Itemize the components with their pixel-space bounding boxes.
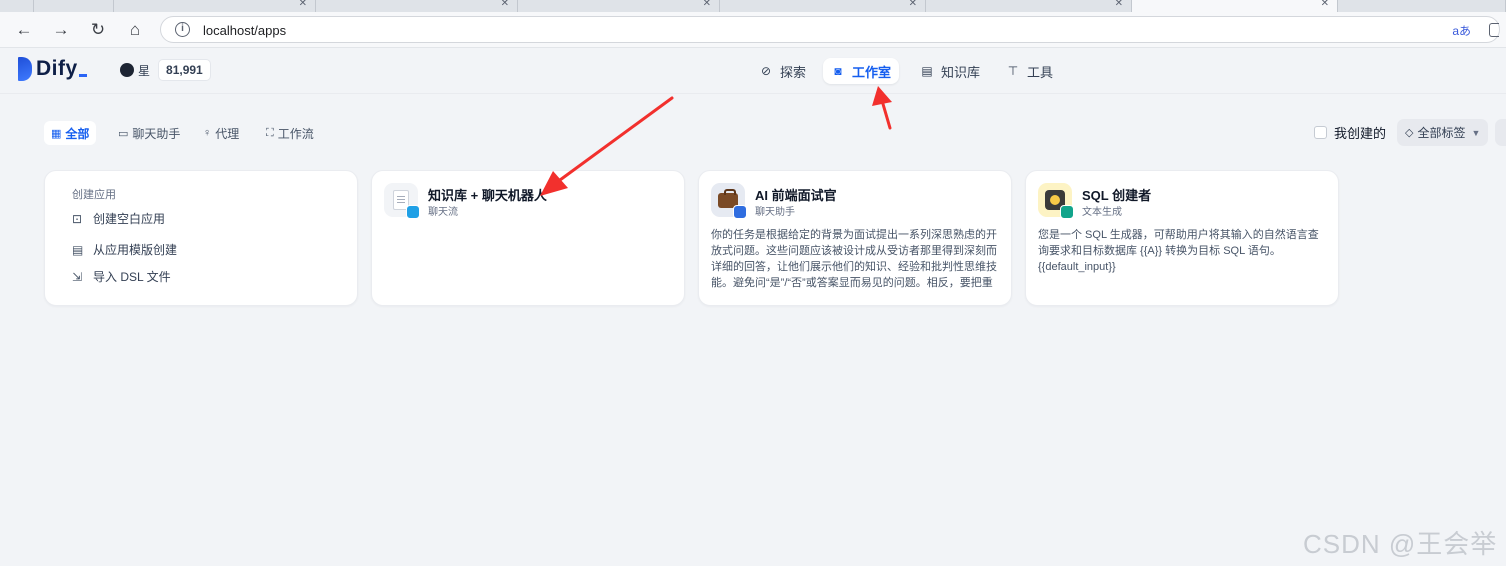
app-type: 聊天助手 (755, 207, 795, 218)
chat-icon: ▭ (118, 127, 129, 140)
app-description: 你的任务是根据给定的背景为面试提出一系列深思熟虑的开放式问题。这些问题应该被设计… (711, 229, 997, 289)
github-star-count: 81,991 (158, 59, 211, 81)
nav-explore[interactable]: ⊘ 探索 (751, 58, 814, 84)
app-card[interactable]: AI 前端面试官 聊天助手 你的任务是根据给定的背景为面试提出一系列深思熟虑的开… (698, 170, 1012, 306)
chatbot-badge-icon (733, 205, 747, 219)
github-star-label: 星 (138, 63, 151, 78)
created-by-me-toggle[interactable]: 我创建的 (1314, 123, 1386, 142)
create-app-caption: 创建应用 (72, 189, 116, 201)
home-icon[interactable]: ⌂ (123, 18, 147, 42)
browser-tab[interactable]: ✕ (720, 0, 926, 12)
close-icon[interactable]: ✕ (703, 0, 711, 10)
tag-icon: ◇ (1405, 127, 1414, 139)
app-type: 聊天流 (428, 207, 458, 218)
browser-tab[interactable] (34, 0, 114, 12)
created-by-me-label: 我创建的 (1334, 126, 1387, 141)
app-card[interactable]: 知识库 + 聊天机器人 聊天流 (371, 170, 685, 306)
app-description (384, 227, 674, 291)
completion-badge-icon (1060, 205, 1074, 219)
browser-tab[interactable]: ✕ (114, 0, 316, 12)
url-text[interactable]: localhost/apps (203, 23, 286, 38)
dify-logo-mark-icon (18, 57, 32, 81)
hammer-icon: ⊤ (1007, 64, 1019, 78)
app-header: Dify 星 81,991 ⊘ 探索 ◙ 工作室 ▤ 知识库 ⊤ 工具 (0, 48, 1506, 94)
watermark: CSDN @王会举 (1303, 529, 1498, 559)
app-description: 您是一个 SQL 生成器，可帮助用户将其输入的自然语言查询要求和目标数据库 {{… (1038, 229, 1319, 273)
create-blank-app[interactable]: ⊡ 创建空白应用 (72, 210, 165, 227)
app-name: AI 前端面试官 (755, 188, 837, 203)
close-icon[interactable]: ✕ (299, 0, 307, 10)
agent-icon: ♀ (203, 127, 212, 139)
create-from-template[interactable]: ▤ 从应用模版创建 (72, 241, 177, 258)
filter-tab-workflow[interactable]: ⛶ 工作流 (259, 121, 321, 145)
address-bar[interactable]: i localhost/apps aあ (160, 16, 1500, 43)
checkbox[interactable] (1314, 126, 1327, 139)
search-input[interactable] (1495, 119, 1506, 146)
chevron-down-icon: ▼ (1471, 127, 1481, 138)
tag-filter-label: 全部标签 (1417, 126, 1466, 140)
create-app-card: 创建应用 ⊡ 创建空白应用 ▤ 从应用模版创建 ⇲ 导入 DSL 文件 (44, 170, 358, 306)
app-name: SQL 创建者 (1082, 188, 1152, 203)
browser-toolbar: ← → ↻ ⌂ i localhost/apps aあ (0, 12, 1506, 48)
book-icon: ▤ (921, 64, 933, 78)
close-icon[interactable]: ✕ (909, 0, 917, 10)
dify-logo[interactable]: Dify (18, 57, 87, 81)
nav-studio[interactable]: ◙ 工作室 (823, 58, 900, 84)
tag-filter-select[interactable]: ◇ 全部标签 ▼ (1397, 119, 1488, 146)
close-icon[interactable]: ✕ (1321, 0, 1329, 10)
browser-tab-strip: ✕ ✕ ✕ ✕ ✕ ✕ (0, 0, 1506, 12)
robot-icon: ◙ (834, 64, 842, 78)
nav-tools[interactable]: ⊤ 工具 (998, 58, 1061, 84)
translate-icon[interactable]: aあ (1452, 22, 1471, 39)
browser-tab[interactable] (1338, 0, 1506, 12)
browser-tab[interactable]: ✕ (926, 0, 1132, 12)
browser-tab[interactable]: ✕ (316, 0, 518, 12)
file-plus-icon: ⊡ (72, 211, 83, 226)
template-icon: ▤ (72, 242, 84, 257)
browser-tab-active[interactable]: ✕ (1132, 0, 1338, 12)
compass-icon: ⊘ (760, 64, 772, 78)
close-icon[interactable]: ✕ (1115, 0, 1123, 10)
reload-icon[interactable]: ↻ (86, 18, 110, 42)
import-dsl-file[interactable]: ⇲ 导入 DSL 文件 (72, 268, 171, 285)
browser-tab[interactable] (0, 0, 34, 12)
filter-tab-agent[interactable]: ♀ 代理 (196, 121, 246, 145)
workflow-icon: ⛶ (266, 126, 274, 139)
filter-tab-chatbot[interactable]: ▭ 聊天助手 (111, 121, 187, 145)
filter-tab-all[interactable]: ▦ 全部 (44, 121, 97, 145)
close-icon[interactable]: ✕ (501, 0, 509, 10)
github-icon (120, 63, 134, 77)
back-icon[interactable]: ← (12, 18, 36, 42)
sidebar-icon[interactable] (1489, 23, 1499, 37)
grid-icon: ▦ (51, 127, 62, 140)
app-name: 知识库 + 聊天机器人 (428, 188, 547, 203)
brand-name: Dify (36, 57, 78, 80)
chatflow-badge-icon (406, 205, 420, 219)
app-type: 文本生成 (1082, 207, 1122, 218)
site-info-icon[interactable]: i (175, 22, 190, 37)
nav-knowledge[interactable]: ▤ 知识库 (912, 58, 988, 84)
import-icon: ⇲ (72, 269, 83, 284)
github-star-button[interactable]: 星 81,991 (116, 58, 211, 82)
forward-icon[interactable]: → (49, 18, 73, 42)
app-card[interactable]: SQL 创建者 文本生成 您是一个 SQL 生成器，可帮助用户将其输入的自然语言… (1025, 170, 1339, 306)
browser-tab[interactable]: ✕ (518, 0, 720, 12)
